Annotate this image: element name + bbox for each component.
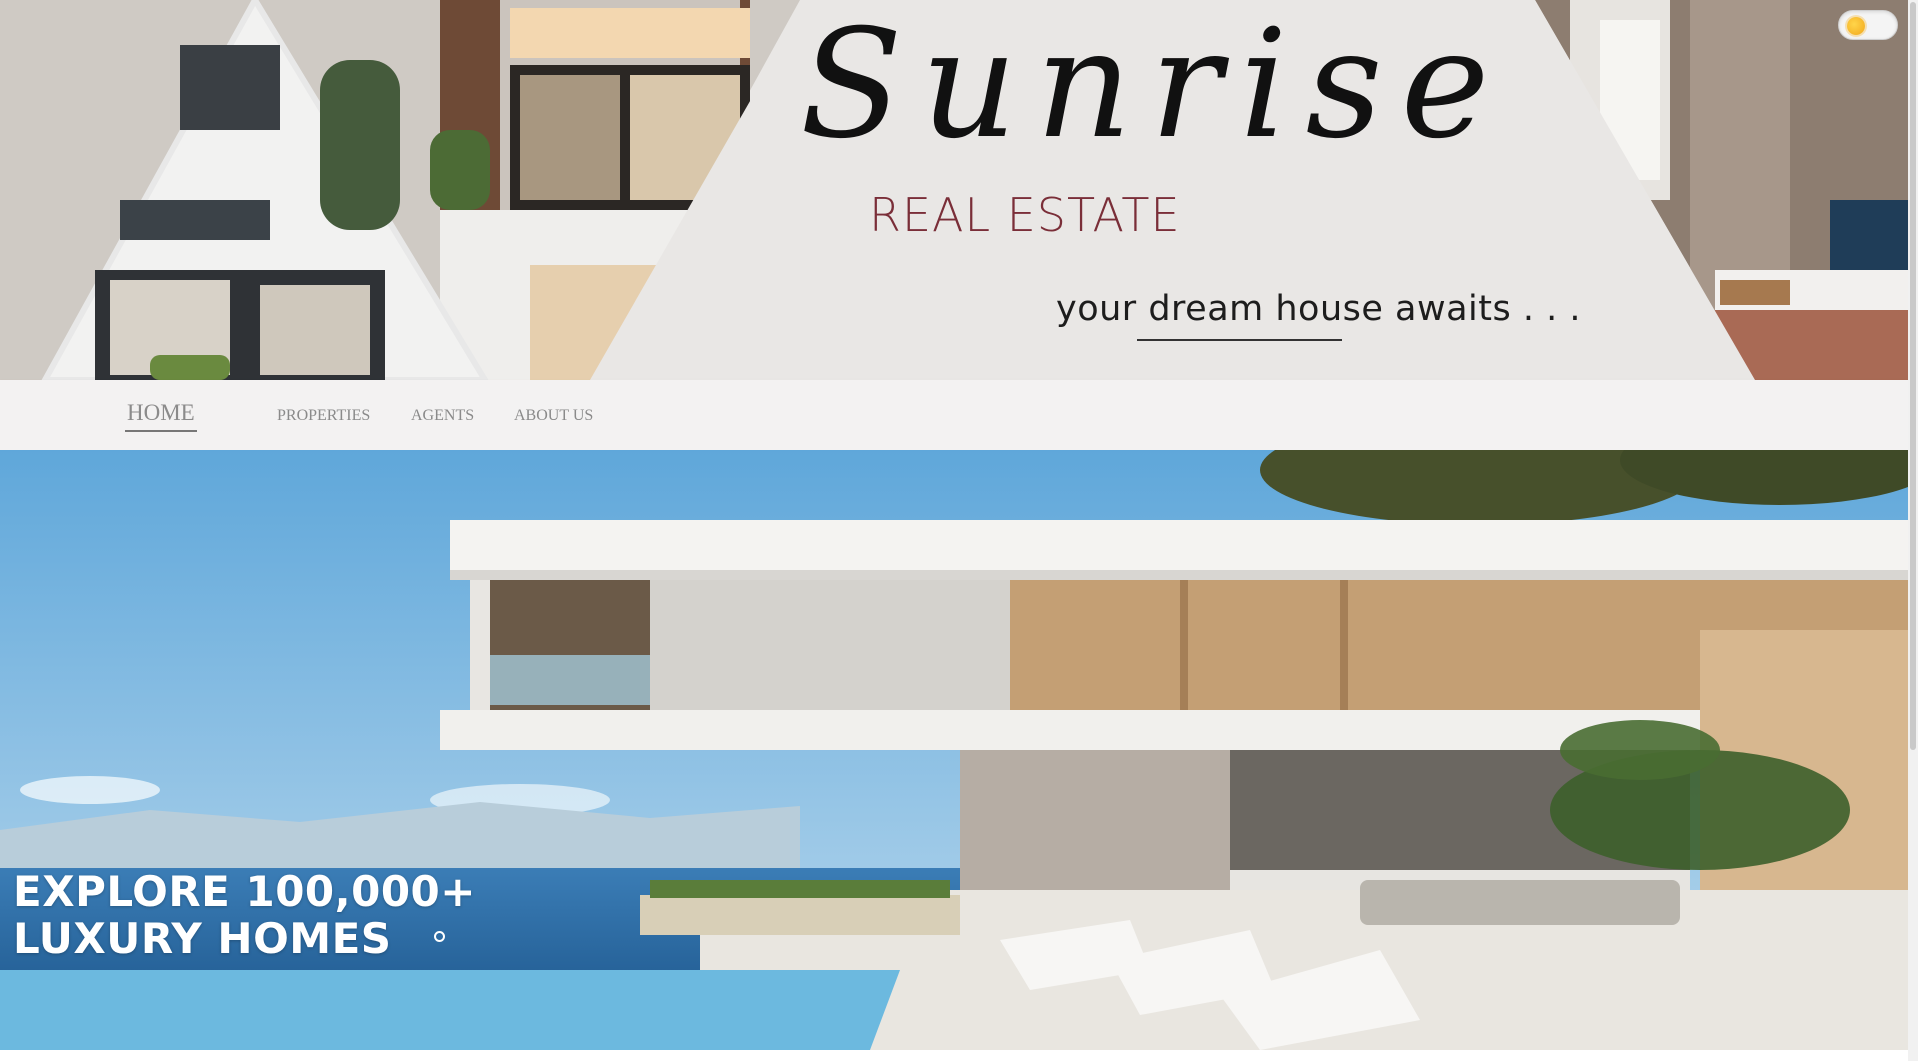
hero-title-line-1: EXPLORE 100,000+ (13, 867, 476, 916)
nav-home[interactable]: HOME (125, 400, 197, 432)
header-banner: Sunrise REAL ESTATE your dream house awa… (0, 0, 1908, 380)
sun-icon (1847, 17, 1865, 35)
brand-logo-script: Sunrise (800, 0, 1508, 172)
hero-banner: EXPLORE 100,000+ LUXURY HOMES (0, 450, 1908, 1050)
theme-toggle[interactable] (1838, 10, 1898, 40)
brand-subtitle: REAL ESTATE (869, 188, 1181, 242)
hero-title-line-2: LUXURY HOMES (13, 914, 392, 963)
nav-properties[interactable]: PROPERTIES (277, 407, 370, 425)
nav-agents[interactable]: AGENTS (411, 407, 474, 425)
main-nav: HOME PROPERTIES AGENTS ABOUT US (0, 380, 1908, 450)
page-bottom-strip (0, 1050, 1908, 1061)
hero-title: EXPLORE 100,000+ LUXURY HOMES (13, 868, 476, 962)
carousel-indicator-dot[interactable] (434, 931, 445, 942)
nav-about-us[interactable]: ABOUT US (514, 407, 593, 425)
tagline-underline (1137, 339, 1342, 341)
tagline: your dream house awaits . . . (1056, 289, 1581, 329)
page-scrollbar-thumb[interactable] (1910, 2, 1916, 750)
